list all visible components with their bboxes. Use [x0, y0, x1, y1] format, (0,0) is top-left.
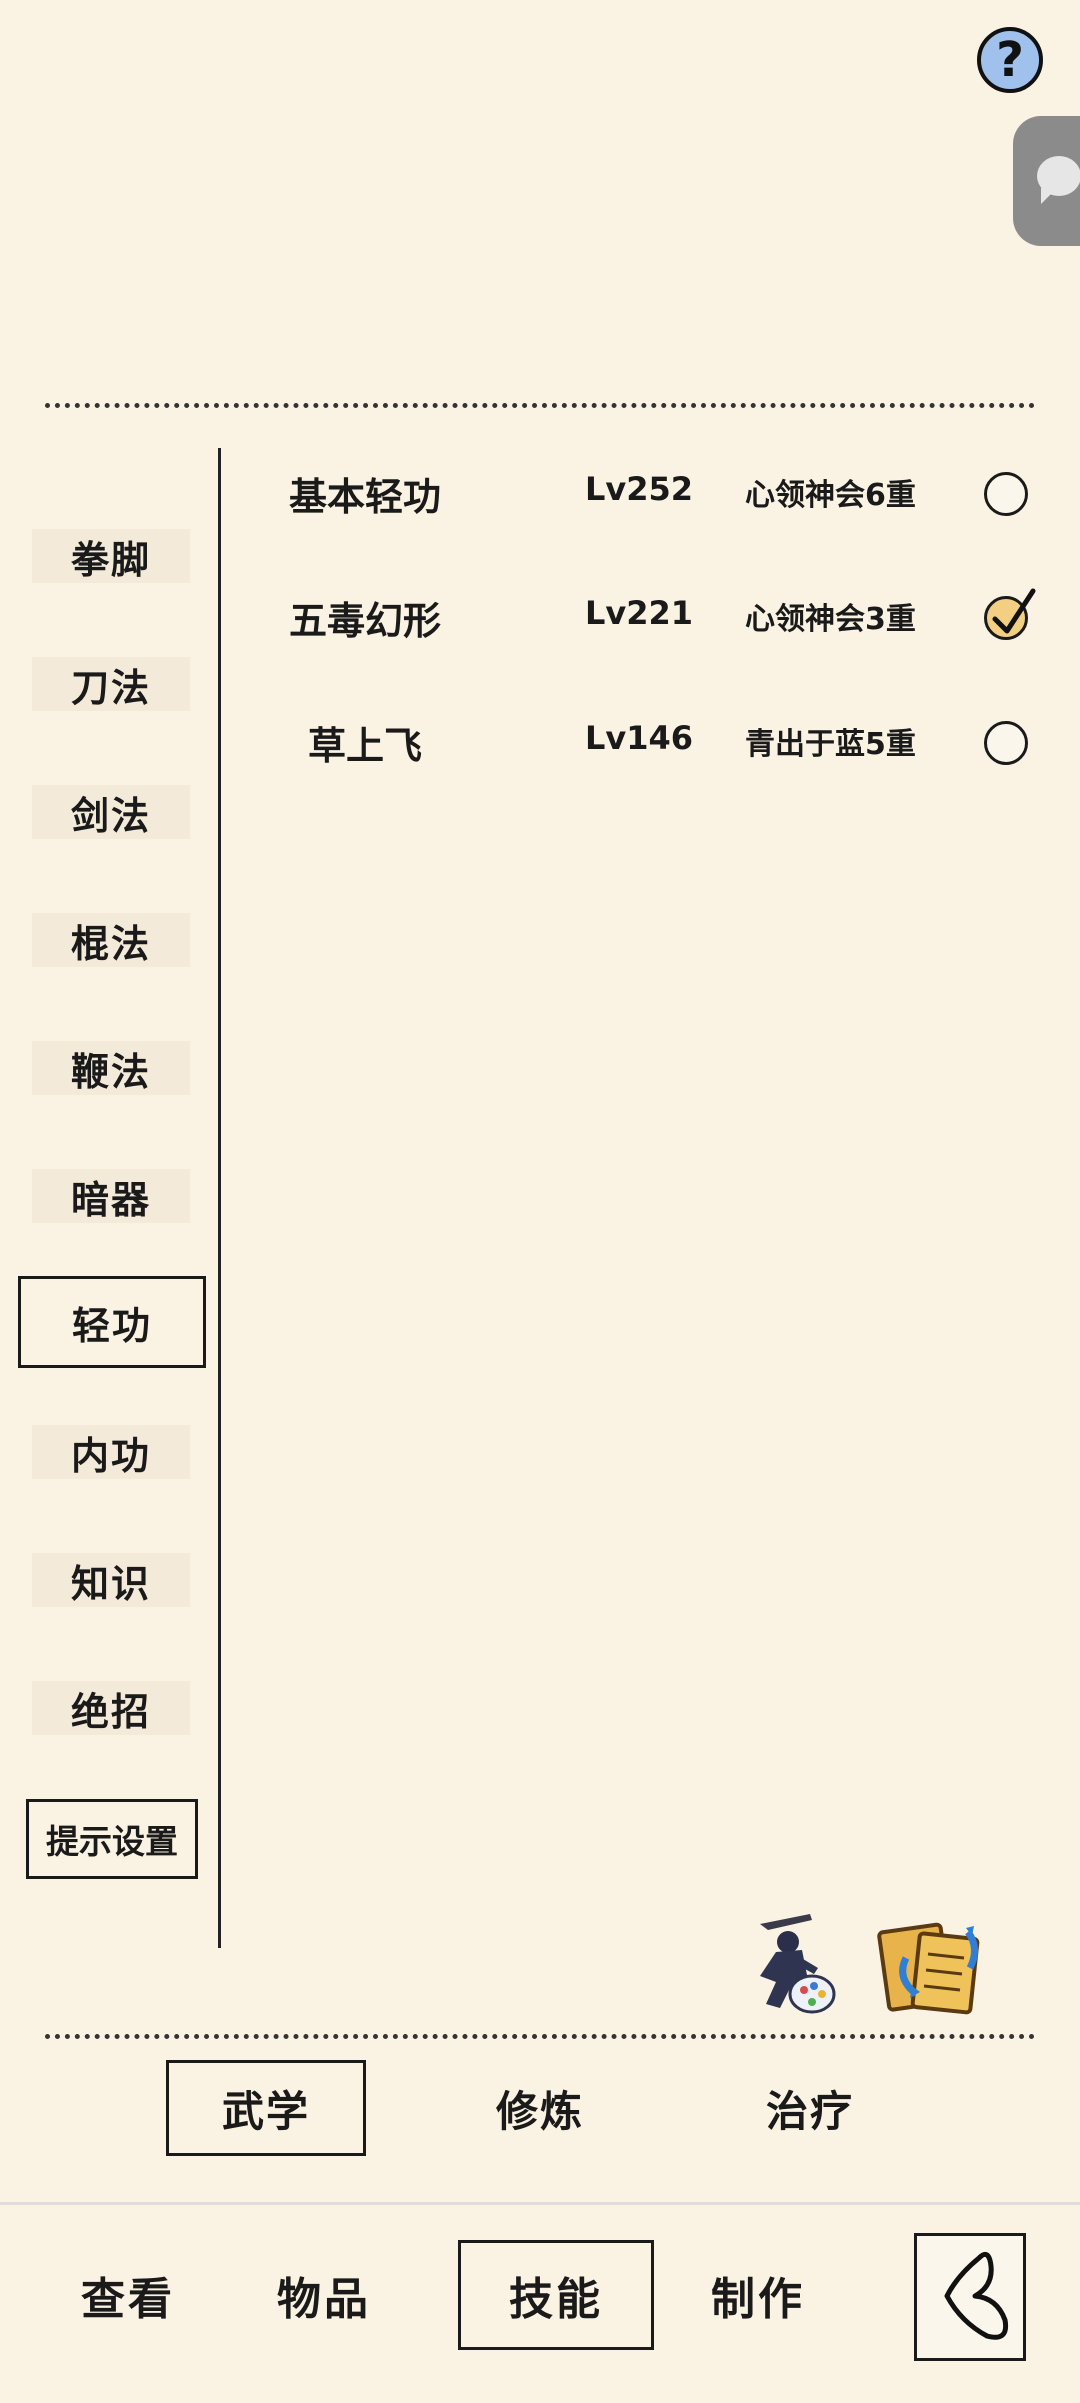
skill-select-radio[interactable] — [984, 588, 1036, 640]
category-qinggong[interactable]: 轻功 — [18, 1276, 206, 1368]
chat-bubble-icon — [1037, 156, 1080, 204]
question-icon: ? — [996, 32, 1024, 88]
nav-tab-craft[interactable]: 制作 — [660, 2240, 856, 2350]
top-divider — [45, 403, 1035, 408]
subtab-zhiliao[interactable]: 治疗 — [710, 2060, 910, 2156]
skill-select-radio[interactable] — [984, 472, 1028, 516]
subtab-wuxue[interactable]: 武学 — [166, 2060, 366, 2156]
skill-name: 草上飞 — [307, 724, 422, 768]
skill-level: Lv146 — [585, 719, 694, 757]
skill-name: 基本轻功 — [288, 475, 441, 519]
category-gunfa[interactable]: 棍法 — [32, 913, 190, 967]
hint-settings-button[interactable]: 提示设置 — [26, 1799, 198, 1879]
category-neigong[interactable]: 内功 — [32, 1425, 190, 1479]
nav-tab-skills[interactable]: 技能 — [458, 2240, 654, 2350]
category-bianfa[interactable]: 鞭法 — [32, 1041, 190, 1095]
skill-select-radio[interactable] — [984, 721, 1028, 765]
floating-chat-button[interactable] — [1013, 116, 1080, 246]
bottom-divider — [45, 2034, 1035, 2039]
skill-level: Lv221 — [585, 594, 694, 632]
skill-row[interactable]: 基本轻功 Lv252 心领神会6重 — [230, 456, 1050, 526]
skill-row[interactable]: 五毒幻形 Lv221 心领神会3重 — [230, 580, 1050, 650]
ninja-palette-icon[interactable] — [740, 1912, 840, 2022]
back-button[interactable] — [914, 2233, 1026, 2361]
category-jianfa[interactable]: 剑法 — [32, 785, 190, 839]
category-juezhao[interactable]: 绝招 — [32, 1681, 190, 1735]
skill-realm: 心领神会3重 — [745, 602, 916, 637]
sidebar-divider — [218, 448, 221, 1948]
nav-tab-view[interactable]: 查看 — [30, 2240, 226, 2350]
skill-realm: 心领神会6重 — [745, 478, 916, 513]
category-anqi[interactable]: 暗器 — [32, 1169, 190, 1223]
skill-realm: 青出于蓝5重 — [745, 727, 916, 762]
checkmark-icon — [992, 588, 1036, 634]
skill-row[interactable]: 草上飞 Lv146 青出于蓝5重 — [230, 705, 1050, 775]
scroll-swap-icon[interactable] — [876, 1918, 986, 2018]
category-daofa[interactable]: 刀法 — [32, 657, 190, 711]
skill-name: 五毒幻形 — [288, 599, 441, 643]
category-quanjiao[interactable]: 拳脚 — [32, 529, 190, 583]
subtab-xiulian[interactable]: 修炼 — [440, 2060, 640, 2156]
back-arrow-icon — [944, 2251, 1009, 2340]
nav-tab-items[interactable]: 物品 — [226, 2240, 422, 2350]
skill-level: Lv252 — [585, 470, 694, 508]
category-zhishi[interactable]: 知识 — [32, 1553, 190, 1607]
help-button[interactable]: ? — [977, 27, 1043, 93]
